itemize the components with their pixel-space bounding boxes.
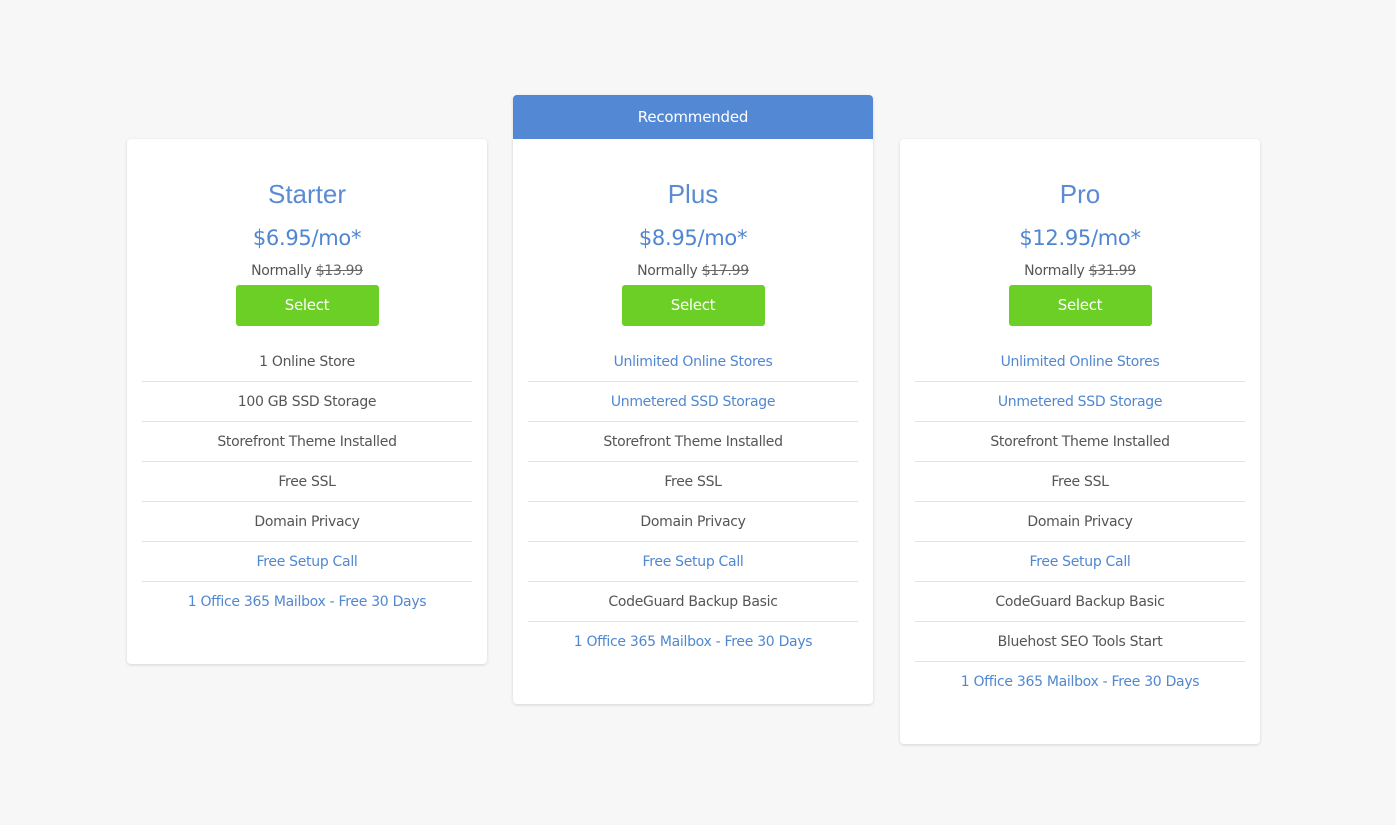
feature-item[interactable]: 1 Office 365 Mailbox - Free 30 Days — [528, 622, 858, 662]
feature-item: Free SSL — [915, 462, 1245, 502]
recommended-banner: Recommended — [513, 95, 873, 139]
select-plus-button[interactable]: Select — [621, 285, 765, 326]
feature-item[interactable]: Unmetered SSD Storage — [915, 382, 1245, 422]
feature-item: Storefront Theme Installed — [528, 422, 858, 462]
plan-card-body: Pro $12.95/mo* Normally $31.99 Select Un… — [900, 139, 1260, 702]
feature-item[interactable]: Free Setup Call — [528, 542, 858, 582]
feature-item: Free SSL — [142, 462, 472, 502]
feature-list: 1 Online Store 100 GB SSD Storage Storefro… — [142, 342, 472, 622]
plan-name: Plus — [667, 179, 719, 209]
feature-item: 100 GB SSD Storage — [142, 382, 472, 422]
feature-item: CodeGuard Backup Basic — [528, 582, 858, 622]
feature-item: Storefront Theme Installed — [142, 422, 472, 462]
plan-name: Pro — [1059, 179, 1101, 209]
select-starter-button[interactable]: Select — [235, 285, 379, 326]
feature-item[interactable]: Unlimited Online Stores — [528, 342, 858, 382]
plan-card-body: Starter $6.95/mo* Normally $13.99 Select… — [127, 139, 487, 622]
plan-price: $8.95/mo* — [638, 226, 748, 250]
plan-normal-price: Normally $31.99 — [900, 262, 1260, 280]
feature-item: Domain Privacy — [915, 502, 1245, 542]
original-price: $17.99 — [701, 263, 749, 279]
original-price: $31.99 — [1088, 263, 1136, 279]
plan-name: Starter — [267, 179, 347, 209]
plan-card-pro: Pro $12.95/mo* Normally $31.99 Select Un… — [900, 139, 1260, 744]
feature-item[interactable]: Free Setup Call — [142, 542, 472, 582]
feature-item[interactable]: Unlimited Online Stores — [915, 342, 1245, 382]
plan-price: $12.95/mo* — [1019, 226, 1141, 250]
feature-item[interactable]: Unmetered SSD Storage — [528, 382, 858, 422]
plan-card-body: Plus $8.95/mo* Normally $17.99 Select Un… — [513, 139, 873, 662]
plan-card-plus: Recommended Plus $8.95/mo* Normally $17.… — [513, 95, 873, 704]
plan-normal-price: Normally $17.99 — [513, 262, 873, 280]
feature-list: Unlimited Online Stores Unmetered SSD Sto… — [528, 342, 858, 662]
feature-item: 1 Online Store — [142, 342, 472, 382]
plan-card-starter: Starter $6.95/mo* Normally $13.99 Select… — [127, 139, 487, 664]
feature-list: Unlimited Online Stores Unmetered SSD Sto… — [915, 342, 1245, 702]
feature-item: CodeGuard Backup Basic — [915, 582, 1245, 622]
feature-item: Domain Privacy — [528, 502, 858, 542]
feature-item: Free SSL — [528, 462, 858, 502]
feature-item: Bluehost SEO Tools Start — [915, 622, 1245, 662]
select-pro-button[interactable]: Select — [1008, 285, 1152, 326]
normally-label: Normally — [1024, 263, 1085, 279]
feature-item[interactable]: 1 Office 365 Mailbox - Free 30 Days — [142, 582, 472, 622]
feature-item: Domain Privacy — [142, 502, 472, 542]
feature-item: Storefront Theme Installed — [915, 422, 1245, 462]
original-price: $13.99 — [315, 263, 363, 279]
plan-normal-price: Normally $13.99 — [127, 262, 487, 280]
plan-price: $6.95/mo* — [252, 226, 362, 250]
feature-item[interactable]: Free Setup Call — [915, 542, 1245, 582]
normally-label: Normally — [637, 263, 698, 279]
feature-item[interactable]: 1 Office 365 Mailbox - Free 30 Days — [915, 662, 1245, 702]
normally-label: Normally — [251, 263, 312, 279]
